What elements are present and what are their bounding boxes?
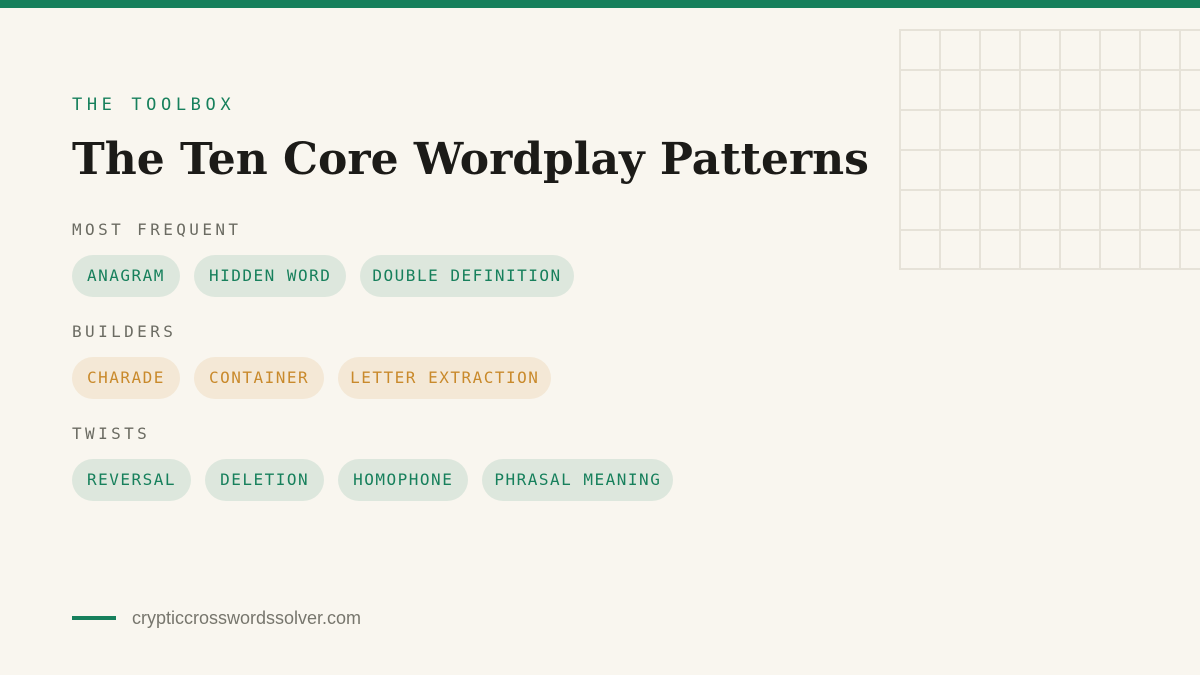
footer: crypticcrosswordssolver.com bbox=[72, 606, 361, 630]
pill-homophone: HOMOPHONE bbox=[338, 459, 469, 501]
footer-accent-line bbox=[72, 616, 116, 620]
group-twists: TWISTS REVERSAL DELETION HOMOPHONE PHRAS… bbox=[72, 424, 674, 501]
page-title: The Ten Core Wordplay Patterns bbox=[72, 134, 869, 185]
group-builders: BUILDERS CHARADE CONTAINER LETTER EXTRAC… bbox=[72, 322, 552, 399]
pill-deletion: DELETION bbox=[205, 459, 325, 501]
pill-phrasal-meaning: PHRASAL MEANING bbox=[482, 459, 674, 501]
group-label: MOST FREQUENT bbox=[72, 220, 242, 239]
group-label: TWISTS bbox=[72, 424, 151, 443]
site-url: crypticcrosswordssolver.com bbox=[132, 607, 362, 628]
top-accent-bar bbox=[0, 0, 1200, 8]
pill-charade: CHARADE bbox=[72, 357, 180, 399]
pill-letter-extraction: LETTER EXTRACTION bbox=[338, 357, 552, 399]
pill-list: ANAGRAM HIDDEN WORD DOUBLE DEFINITION bbox=[72, 255, 574, 297]
crossword-grid-decoration bbox=[899, 29, 1200, 270]
eyebrow-label: THE TOOLBOX bbox=[72, 95, 236, 115]
pill-double-definition: DOUBLE DEFINITION bbox=[360, 255, 574, 297]
group-most-frequent: MOST FREQUENT ANAGRAM HIDDEN WORD DOUBLE… bbox=[72, 220, 574, 297]
pill-list: REVERSAL DELETION HOMOPHONE PHRASAL MEAN… bbox=[72, 459, 674, 501]
pill-hidden-word: HIDDEN WORD bbox=[193, 255, 347, 297]
group-label: BUILDERS bbox=[72, 322, 177, 341]
pill-anagram: ANAGRAM bbox=[72, 255, 180, 297]
pill-container: CONTAINER bbox=[193, 357, 325, 399]
pill-list: CHARADE CONTAINER LETTER EXTRACTION bbox=[72, 357, 552, 399]
pill-reversal: REVERSAL bbox=[72, 459, 192, 501]
